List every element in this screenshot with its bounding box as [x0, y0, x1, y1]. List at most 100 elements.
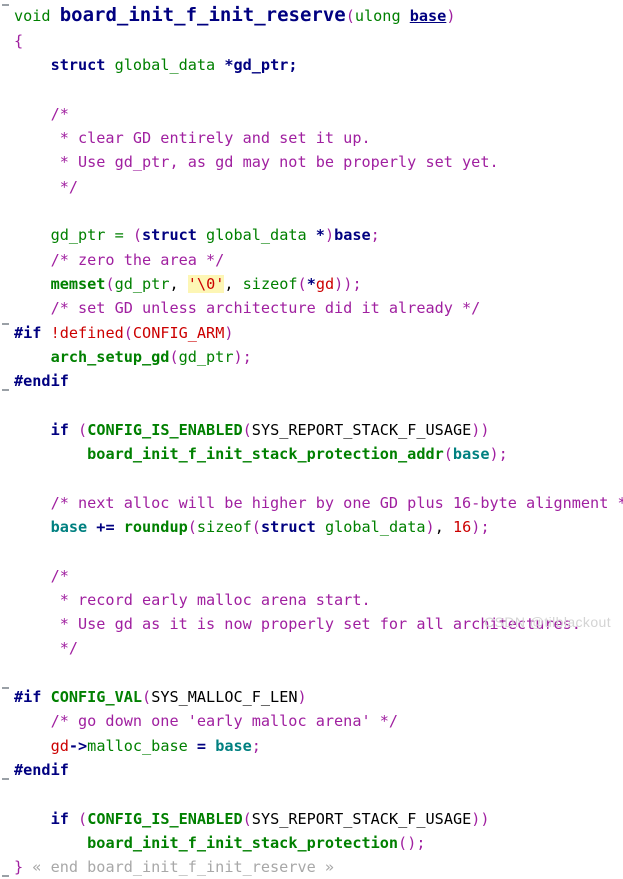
plus-equals-operator: +=	[87, 517, 124, 536]
comment-text: /*	[14, 104, 69, 123]
struct-type-name: global_data	[315, 517, 426, 536]
semicolon: ;	[352, 274, 362, 293]
code-line-comment: * Use gd as it is now properly set for a…	[0, 612, 623, 636]
preprocessor-if: #if	[14, 688, 42, 707]
fold-marker-icon[interactable]	[2, 4, 9, 6]
comment-text: */	[14, 639, 79, 658]
comment-text: * Use gd as it is now properly set for a…	[14, 615, 581, 634]
variable-gd: gd	[315, 274, 335, 293]
code-line-comment: */	[0, 636, 623, 660]
fold-annotation[interactable]: « end board_init_f_init_reserve »	[23, 858, 334, 876]
code-line-base-roundup: base += roundup(sizeof(struct global_dat…	[0, 515, 623, 539]
close-paren: )	[233, 347, 243, 366]
comment-text: /*	[14, 566, 69, 585]
open-paren: (	[242, 809, 252, 828]
preprocessor-if: #if	[14, 323, 42, 342]
dereference-star: *	[306, 274, 316, 293]
semicolon: ;	[498, 445, 508, 464]
cast-open-paren: (	[132, 226, 143, 245]
close-paren: )	[425, 517, 435, 536]
fold-marker-icon[interactable]	[2, 322, 9, 325]
macro-config-is-enabled: CONFIG_IS_ENABLED	[87, 809, 243, 828]
close-paren: )	[334, 274, 344, 293]
macro-arg-sys-malloc-f-len: SYS_MALLOC_F_LEN	[151, 688, 298, 707]
code-line-comment: */	[0, 175, 623, 199]
code-line-arch-setup-gd: arch_setup_gd(gd_ptr);	[0, 345, 623, 369]
argument-base: base	[452, 445, 490, 464]
open-paren: (	[297, 274, 307, 293]
code-line-comment: /* zero the area */	[0, 248, 623, 272]
function-stack-protection: board_init_f_init_stack_protection	[87, 833, 399, 852]
macro-config-arm: CONFIG_ARM	[132, 323, 225, 342]
code-line-gd-ptr-decl: struct global_data *gd_ptr;	[0, 53, 623, 77]
variable-gd: gd	[50, 736, 69, 755]
string-literal-null-char: '\0'	[187, 274, 225, 293]
brace-close: }	[14, 858, 24, 877]
fold-marker-icon[interactable]	[2, 687, 9, 690]
close-paren: )	[489, 445, 499, 464]
code-line-stack-protection-call: board_init_f_init_stack_protection();	[0, 831, 623, 855]
assign-operator: =	[187, 736, 216, 755]
comment-text: /* go down one 'early malloc arena' */	[14, 712, 399, 731]
variable-gd-ptr: gd_ptr =	[50, 226, 133, 245]
fold-marker-icon[interactable]	[2, 875, 9, 878]
open-paren: (	[78, 809, 88, 828]
param-name: base	[409, 7, 447, 25]
struct-keyword: struct	[142, 226, 197, 245]
code-line-comment: /* set GD unless architecture did it alr…	[0, 296, 623, 320]
code-line-preproc-if-malloc: #if CONFIG_VAL(SYS_MALLOC_F_LEN)	[0, 685, 623, 709]
code-editor-view: void board_init_f_init_reserve(ulong bas…	[0, 0, 623, 878]
semicolon: ;	[480, 517, 490, 536]
open-paren: (	[169, 347, 179, 366]
code-line-memset-call: memset(gd_ptr, '\0', sizeof(*gd));	[0, 272, 623, 296]
if-keyword: if	[50, 809, 69, 828]
comment-text: /* next alloc will be higher by one GD p…	[14, 493, 623, 512]
function-roundup-name: roundup	[123, 517, 188, 536]
struct-keyword: struct	[260, 517, 316, 536]
argument-gd-ptr: gd_ptr	[178, 347, 234, 366]
code-line-signature: void board_init_f_init_reserve(ulong bas…	[0, 2, 623, 29]
close-paren: )	[407, 833, 417, 852]
cast-close-paren: )	[324, 226, 335, 245]
function-memset: memset	[50, 274, 106, 293]
code-line-malloc-base-assign: gd->malloc_base = base;	[0, 734, 623, 758]
argument-gd-ptr: gd_ptr	[114, 274, 170, 293]
close-paren: )	[480, 809, 490, 828]
open-paren: (	[187, 517, 197, 536]
comment-text: /* set GD unless architecture did it alr…	[14, 299, 481, 318]
defined-operator: !defined	[50, 323, 124, 342]
fold-marker-icon[interactable]	[2, 778, 9, 781]
fold-marker-icon[interactable]	[2, 389, 9, 392]
struct-type-name: global_data	[114, 56, 216, 75]
code-line-open-brace: {	[0, 29, 623, 53]
code-line-gd-ptr-assign: gd_ptr = (struct global_data *)base;	[0, 223, 623, 247]
macro-config-val: CONFIG_VAL	[50, 688, 143, 707]
function-arch-setup-gd: arch_setup_gd	[50, 347, 170, 366]
open-paren: (	[78, 420, 88, 439]
macro-arg-sys-report-stack-f-usage: SYS_REPORT_STACK_F_USAGE	[251, 809, 472, 828]
variable-base: base	[334, 226, 371, 245]
open-paren: (	[443, 445, 453, 464]
close-paren: )	[446, 7, 456, 25]
code-line-comment: /*	[0, 102, 623, 126]
variable-base: base	[215, 736, 252, 755]
code-line-if-stack-usage-2: if (CONFIG_IS_ENABLED(SYS_REPORT_STACK_F…	[0, 807, 623, 831]
code-line-comment: /* next alloc will be higher by one GD p…	[0, 491, 623, 515]
brace-open: {	[14, 32, 24, 50]
semicolon: ;	[416, 833, 426, 852]
comment-text: /* zero the area */	[14, 250, 225, 269]
preprocessor-endif: #endif	[14, 372, 69, 391]
open-paren: (	[345, 7, 355, 25]
